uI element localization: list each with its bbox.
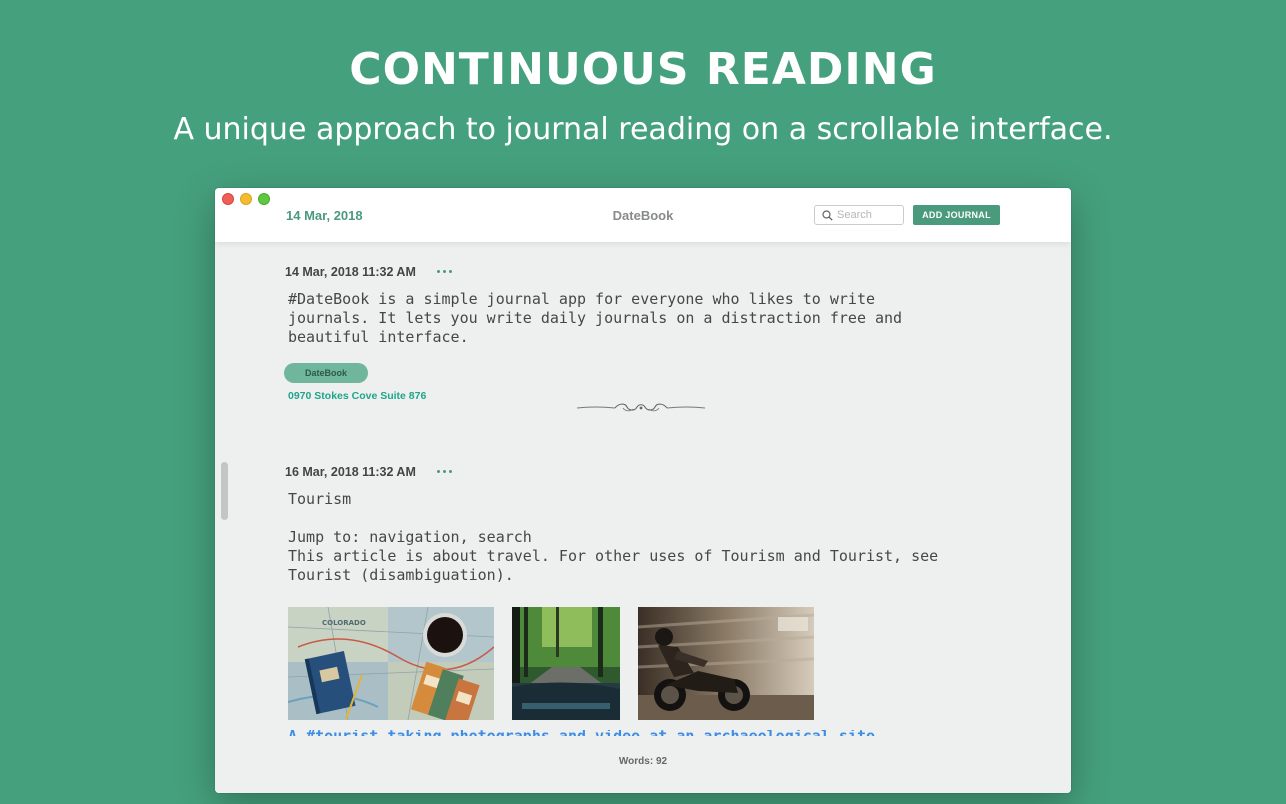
motorcycle-rider-photo[interactable] [638,607,814,720]
search-box[interactable] [814,205,904,225]
hero-title: CONTINUOUS READING [349,44,937,95]
add-journal-button[interactable]: ADD JOURNAL [913,205,1000,225]
app-window: 14 Mar, 2018 DateBook ADD JOURNAL 14 Mar… [215,188,1071,793]
word-count: Words: 92 [618,756,668,767]
tag-badge[interactable]: DateBook [284,363,368,383]
map-coffee-photo[interactable]: COLORADO [288,607,494,720]
toolbar: 14 Mar, 2018 DateBook ADD JOURNAL [215,188,1071,242]
entry-text: Tourism Jump to: navigation, search This… [288,490,939,584]
map-label: COLORADO [322,619,366,627]
journal-scroll-area[interactable]: 14 Mar, 2018 11:32 AM #DateBook is a sim… [215,242,1071,793]
maximize-window-button[interactable] [258,193,270,205]
forest-road-photo[interactable] [512,607,620,720]
more-options-icon[interactable] [435,468,455,476]
scrollbar-thumb[interactable] [221,462,228,520]
entry-timestamp: 16 Mar, 2018 11:32 AM [285,465,416,479]
hero-subtitle: A unique approach to journal reading on … [173,112,1113,147]
minimize-window-button[interactable] [240,193,252,205]
search-input[interactable] [837,207,901,223]
location-link[interactable]: 0970 Stokes Cove Suite 876 [288,390,426,402]
ornament-divider [576,403,706,412]
entry-timestamp: 14 Mar, 2018 11:32 AM [285,265,416,279]
more-options-icon[interactable] [435,268,455,276]
close-window-button[interactable] [222,193,234,205]
entry-text: #DateBook is a simple journal app for ev… [288,290,903,346]
search-icon [822,210,833,221]
